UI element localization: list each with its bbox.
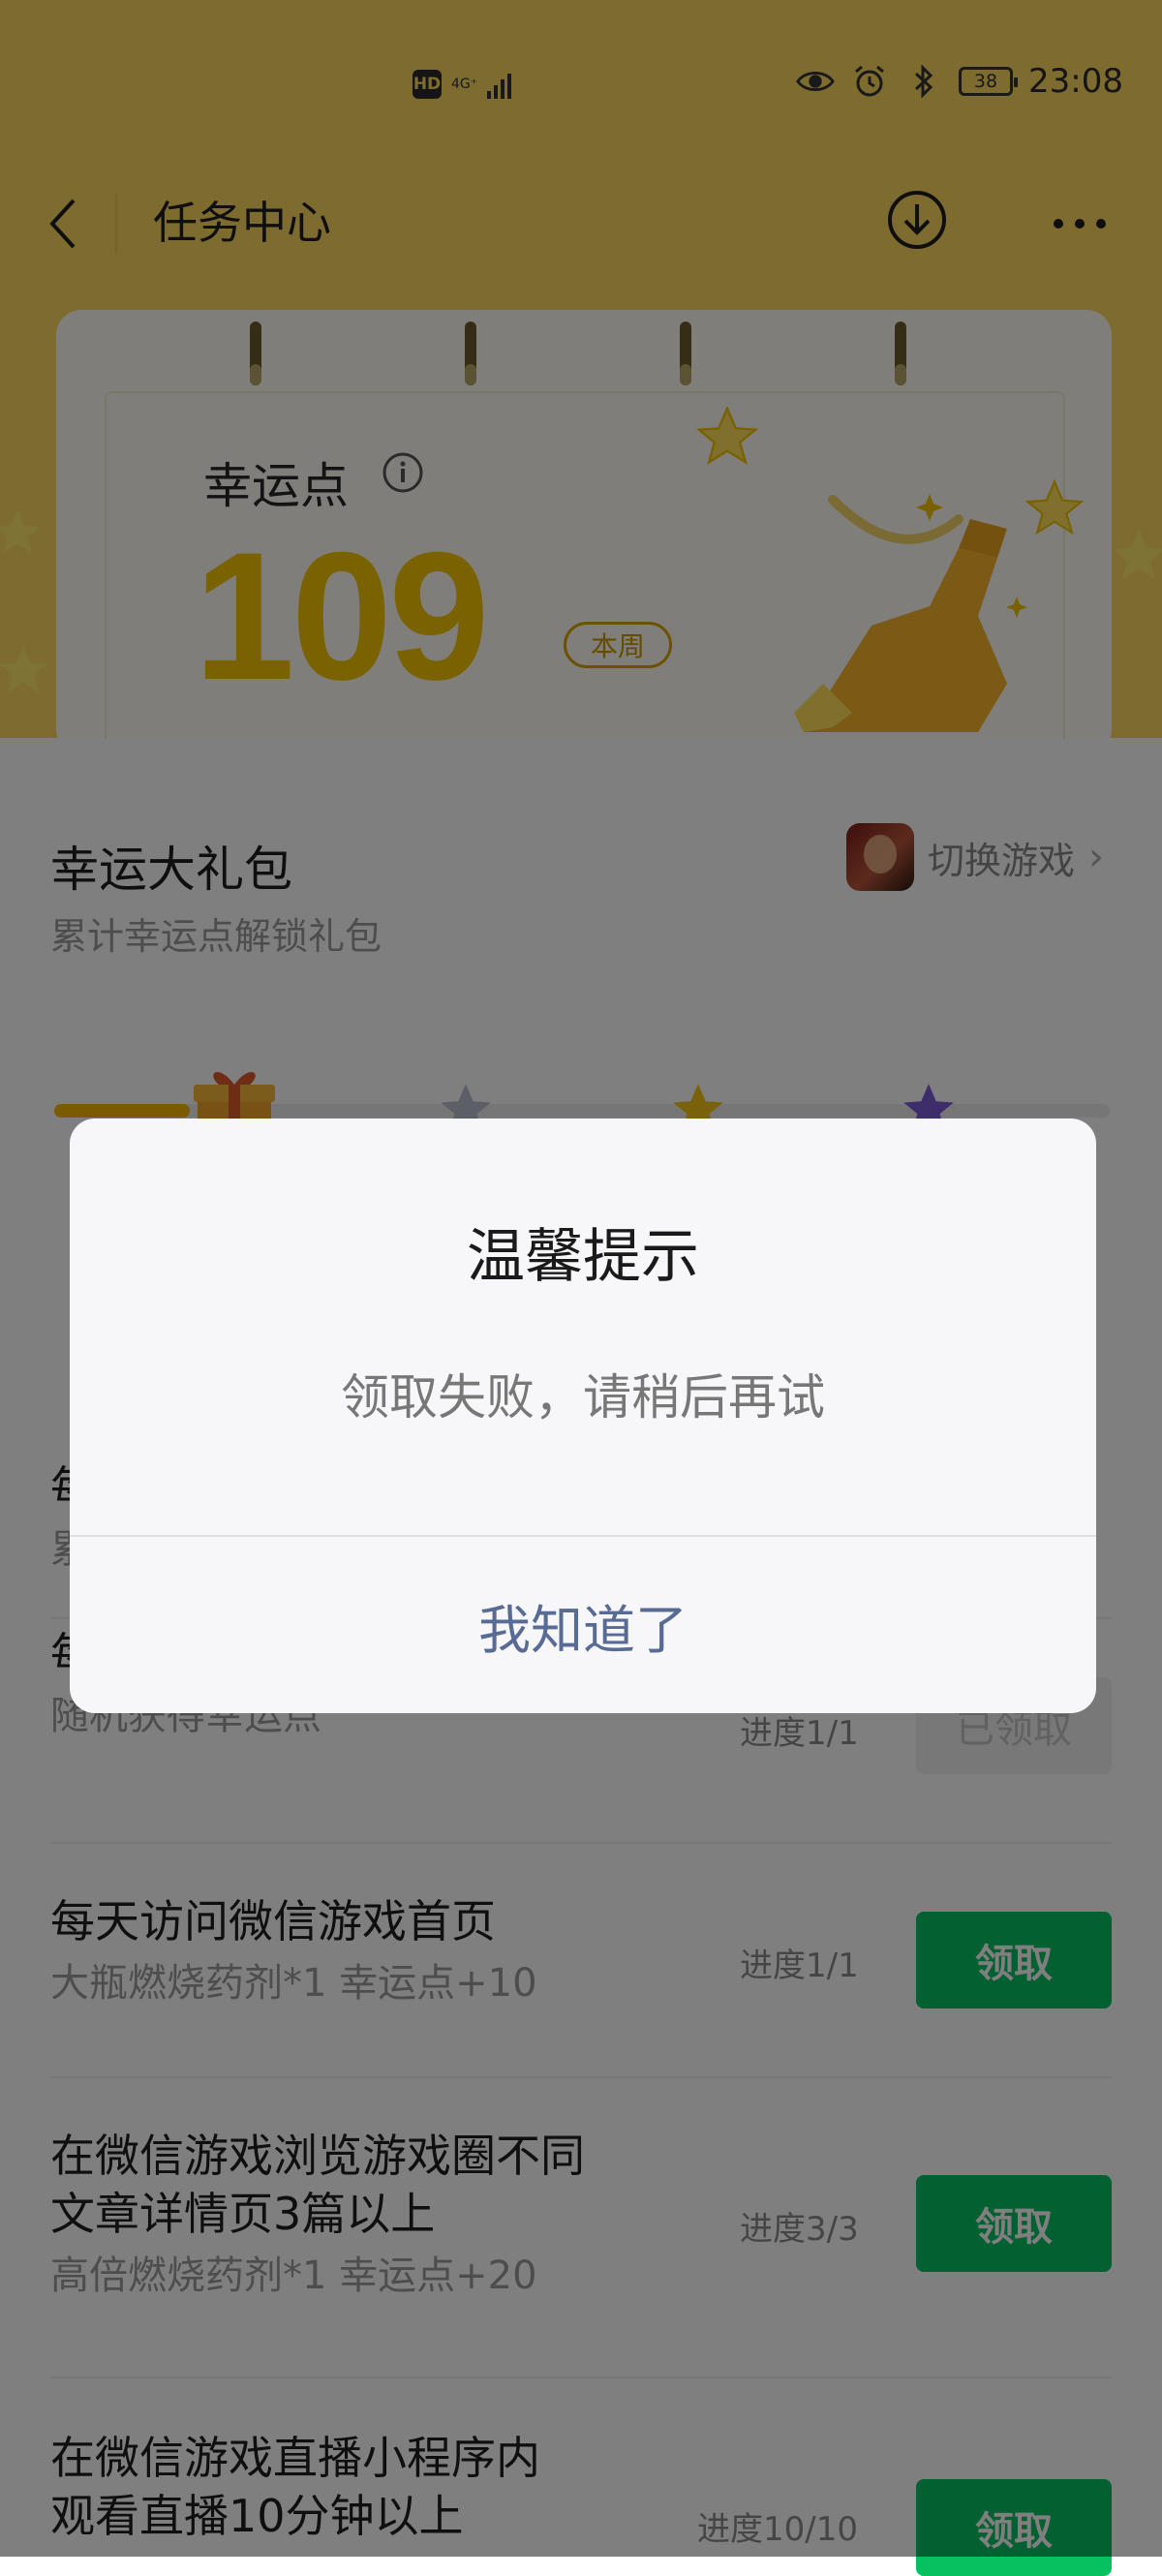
dialog-title: 温馨提示 bbox=[467, 1223, 699, 1291]
alert-dialog: 温馨提示 领取失败，请稍后再试 我知道了 bbox=[70, 1119, 1096, 1713]
dialog-message: 领取失败，请稍后再试 bbox=[341, 1369, 825, 1426]
dialog-confirm-button[interactable]: 我知道了 bbox=[70, 1537, 1096, 1713]
